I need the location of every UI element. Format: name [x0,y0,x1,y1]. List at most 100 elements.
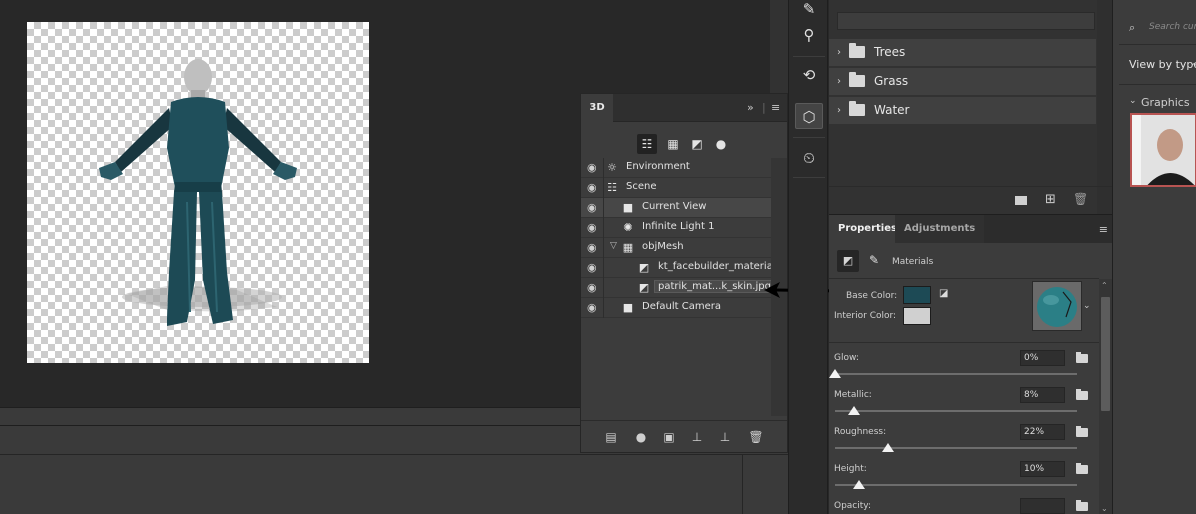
properties-panel: Properties Adjustments ≡ ◩ ✎ Materials B… [829,214,1112,514]
eye-icon[interactable]: ◉ [587,222,599,234]
eye-icon[interactable]: ◉ [587,162,599,174]
scene-row-infinite-light[interactable]: ◉ ✺ Infinite Light 1 [581,218,771,238]
metallic-slider-thumb[interactable] [848,406,861,415]
3d-cube-icon[interactable]: ⬡ [795,103,823,129]
folder-panel-scrollbar[interactable] [1097,0,1112,214]
scene-row-default-camera[interactable]: ◉ ■ Default Camera [581,298,771,318]
texture-folder-icon[interactable] [1076,352,1088,363]
panel-menu-icon[interactable]: ≡ [1099,223,1108,236]
history-icon[interactable]: ⏲ [795,145,823,171]
opacity-label: Opacity: [834,501,871,511]
collapse-icon[interactable]: » [747,101,754,115]
canvas-vertical-scrollbar[interactable] [770,0,788,95]
trash-icon[interactable]: 🗑 [1073,192,1088,206]
roughness-slider-track[interactable] [835,447,1077,449]
scene-row-current-view[interactable]: ◉ ■ Current View [581,198,771,218]
whole-scene-filter-icon[interactable]: ☷ [637,134,657,154]
interior-color-swatch[interactable] [903,307,931,325]
folder-row-trees[interactable]: › Trees [829,39,1096,67]
folder-row-water[interactable]: › Water [829,97,1096,125]
folder-icon [849,43,865,58]
chevron-down-icon[interactable]: ▽ [610,241,617,251]
scene-row-facebuilder-material[interactable]: ◉ ◩ kt_facebuilder_material [581,258,776,278]
lights-filter-icon[interactable]: ● [711,134,731,154]
mode-label: Materials [892,257,934,267]
height-slider-thumb[interactable] [853,480,866,489]
trash-icon[interactable]: 🗑 [748,429,764,445]
mesh-icon: ▦ [622,241,634,254]
new-folder-icon[interactable] [1015,196,1027,205]
chevron-down-icon[interactable]: ⌄ [1083,301,1091,311]
tab-adjustments[interactable]: Adjustments [895,215,985,243]
eye-icon[interactable]: ◉ [587,202,599,214]
new-item-icon[interactable]: ⊞ [1045,192,1056,207]
3d-rotate-icon[interactable]: ⟲ [795,62,823,88]
brush-small-icon[interactable]: ✎ [869,253,879,267]
eye-icon[interactable]: ◉ [587,182,599,194]
eye-icon[interactable]: ◉ [587,242,599,254]
material-preview[interactable] [1032,281,1082,331]
texture-folder-icon[interactable] [1076,426,1088,437]
scene-row-objmesh[interactable]: ◉ ▽ ▦ objMesh [581,238,771,258]
metallic-slider-track[interactable] [835,410,1077,412]
drop-to-plane-icon[interactable]: ⊥ [717,429,733,445]
libraries-folder-panel: › Trees › Grass › Water ⊞ 🗑 [829,0,1112,214]
roughness-slider-thumb[interactable] [882,443,895,452]
interior-color-label: Interior Color: [834,311,897,321]
height-label: Height: [834,464,867,474]
top-field[interactable] [837,12,1095,30]
folder-label: Grass [874,74,909,88]
scene-row-environment[interactable]: ◉ ☼ Environment [581,158,771,178]
folder-row-grass[interactable]: › Grass [829,68,1096,96]
scene-item-label: Scene [626,181,657,192]
view-by-dropdown[interactable]: View by type [1129,58,1196,71]
add-mesh-icon[interactable]: ▤ [603,429,619,445]
library-search[interactable]: ⌕ Search cur [1119,14,1196,40]
height-value-field[interactable]: 10% [1020,461,1065,477]
glow-slider-track[interactable] [835,373,1077,375]
tab-3d[interactable]: 3D [581,94,613,122]
materials-filter-icon[interactable]: ◩ [687,134,707,154]
texture-menu-icon[interactable]: ◪ [939,288,948,299]
scroll-thumb[interactable] [1101,297,1110,411]
chevron-down-icon[interactable]: ⌄ [1129,96,1137,106]
eye-icon[interactable]: ◉ [587,302,599,314]
texture-folder-icon[interactable] [1076,500,1088,511]
chevron-down-icon[interactable]: ⌄ [1101,504,1108,513]
panel-icon-strip: ✎ ⚲ ⟲ ⬡ ⏲ [788,0,828,514]
document-canvas[interactable] [27,22,369,363]
chevron-right-icon[interactable]: › [837,47,841,58]
metallic-value-field[interactable]: 8% [1020,387,1065,403]
glow-slider-thumb[interactable] [829,369,841,378]
glow-value-field[interactable]: 0% [1020,350,1065,366]
ground-plane-icon[interactable]: ⊥ [689,429,705,445]
chevron-right-icon[interactable]: › [837,105,841,116]
chevron-right-icon[interactable]: › [837,76,841,87]
properties-scrollbar[interactable]: ⌃ ⌄ [1099,279,1112,514]
height-slider-track[interactable] [835,484,1077,486]
texture-folder-icon[interactable] [1076,389,1088,400]
scene-item-label: Default Camera [642,301,721,312]
eye-icon[interactable]: ◉ [587,262,599,274]
eye-icon[interactable]: ◉ [587,282,599,294]
meshes-filter-icon[interactable]: ▦ [663,134,683,154]
chevron-down-icon[interactable]: ⌄ [1189,58,1196,68]
roughness-value-field[interactable]: 22% [1020,424,1065,440]
graphic-thumbnail[interactable] [1130,113,1196,187]
texture-folder-icon[interactable] [1076,463,1088,474]
folder-label: Trees [874,45,906,59]
3d-panel-footer: ▤ ● ▣ ⊥ ⊥ 🗑 [581,420,787,452]
material-mode-icon[interactable]: ◩ [837,250,859,272]
panel-menu-icon[interactable]: ≡ [771,101,780,115]
add-light-icon[interactable]: ● [633,429,649,445]
environment-icon: ☼ [607,161,617,174]
search-input[interactable]: Search cur [1149,22,1196,32]
scene-row-skin-material[interactable]: ◉ ◩ patrik_mat...k_skin.jpg [581,278,775,298]
render-icon[interactable]: ▣ [661,429,677,445]
opacity-value-field[interactable] [1020,498,1065,514]
brush-icon[interactable]: ✎ [795,0,823,22]
brush-settings-icon[interactable]: ⚲ [795,22,823,48]
chevron-up-icon[interactable]: ⌃ [1101,281,1108,290]
base-color-swatch[interactable] [903,286,931,304]
scene-row-scene[interactable]: ◉ ☷ Scene [581,178,771,198]
